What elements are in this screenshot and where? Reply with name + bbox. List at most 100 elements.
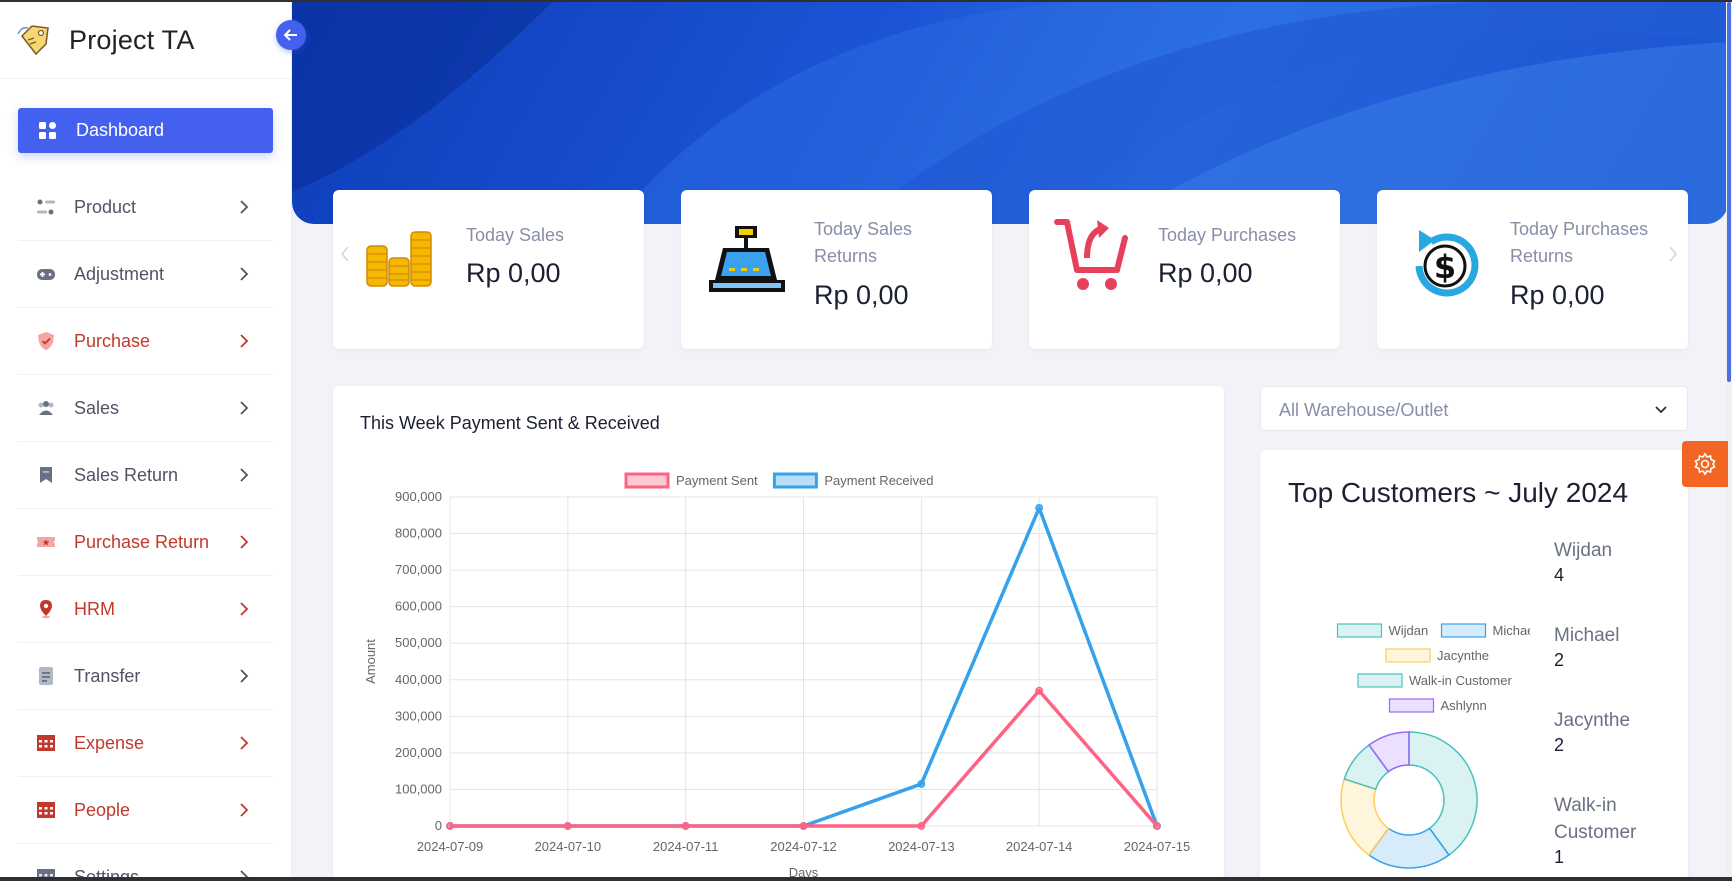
y-tick-label: 700,000 — [395, 562, 442, 577]
arrow-left-icon — [283, 29, 297, 41]
sidebar-item-label: Dashboard — [76, 120, 165, 140]
sidebar: Project TA Dashboard Product Adjustment — [0, 2, 292, 881]
collapse-sidebar-button[interactable] — [276, 20, 306, 50]
legend-label: Jacynthe — [1437, 648, 1489, 663]
customer-count: 4 — [1554, 565, 1565, 585]
x-tick-label: 2024-07-09 — [417, 839, 484, 854]
chevron-right-icon — [240, 401, 249, 415]
sidebar-item-hrm[interactable]: HRM — [18, 576, 273, 643]
sidebar-item-label: People — [74, 799, 131, 820]
data-point — [563, 822, 572, 830]
dollar-refund-icon: $ — [1415, 230, 1479, 297]
sidebar-item-label: HRM — [74, 598, 115, 619]
y-tick-label: 100,000 — [395, 781, 442, 796]
users-icon — [36, 398, 56, 418]
y-tick-label: 300,000 — [395, 708, 442, 723]
y-tick-label: 800,000 — [395, 526, 442, 541]
stat-label: Today Purchases Returns — [1510, 219, 1649, 266]
sidebar-item-transfer[interactable]: Transfer — [18, 643, 273, 710]
warehouse-select[interactable]: All Warehouse/Outlet — [1260, 386, 1688, 431]
y-axis-label: Amount — [363, 639, 378, 684]
chevron-right-icon — [240, 200, 249, 214]
sidebar-item-purchase-return[interactable]: Purchase Return — [18, 509, 273, 576]
ticket-icon — [36, 532, 56, 552]
chevron-right-icon — [240, 803, 249, 817]
sidebar-item-settings[interactable]: Settings — [18, 844, 273, 881]
legend-label: Ashlynn — [1441, 698, 1487, 713]
cart-return-icon — [1054, 219, 1128, 290]
chevron-right-icon — [240, 736, 249, 750]
y-tick-label: 200,000 — [395, 745, 442, 760]
stat-card-today-sales-returns: Today Sales Returns Rp 0,00 — [681, 190, 992, 349]
stat-value: Rp 0,00 — [814, 280, 909, 310]
legend-swatch — [772, 472, 818, 489]
chevron-right-icon — [240, 468, 249, 482]
legend-label: Payment Received — [824, 473, 933, 488]
legend-swatch — [1336, 623, 1383, 638]
sidebar-item-label: Product — [74, 196, 137, 217]
sidebar-item-sales-return[interactable]: Sales Return — [18, 442, 273, 509]
chevron-right-icon — [240, 602, 249, 616]
y-tick-label: 0 — [435, 818, 442, 833]
chevron-down-icon — [1655, 406, 1667, 414]
data-point — [1035, 686, 1044, 695]
cash-register-icon — [709, 226, 785, 292]
legend-swatch — [624, 472, 670, 489]
y-tick-label: 500,000 — [395, 635, 442, 650]
chevron-right-icon — [240, 669, 249, 683]
shield-icon — [36, 331, 56, 351]
sidebar-item-dashboard[interactable]: Dashboard — [18, 108, 273, 153]
sidebar-item-label: Purchase Return — [74, 531, 210, 552]
carousel-prev-icon[interactable] — [340, 245, 350, 263]
legend-swatch — [1440, 623, 1487, 638]
customer-count: 1 — [1554, 847, 1565, 867]
data-point — [681, 822, 690, 830]
calendar-icon — [36, 800, 56, 820]
carousel-next-icon[interactable] — [1668, 245, 1678, 263]
sidebar-item-people[interactable]: People — [18, 777, 273, 844]
data-point — [799, 822, 808, 830]
product-icon — [36, 197, 56, 217]
sidebar-item-sales[interactable]: Sales — [18, 375, 273, 442]
top-customers-donut-chart: Wijdan Michael Jacynthe Walk-in Customer Ash… — [1336, 623, 1530, 869]
legend-swatch — [1357, 673, 1403, 688]
x-tick-label: 2024-07-10 — [535, 839, 602, 854]
chevron-right-icon — [240, 267, 249, 281]
legend-swatch — [1385, 648, 1431, 663]
x-tick-label: 2024-07-11 — [653, 839, 719, 854]
customer-count: 2 — [1554, 735, 1565, 755]
brand[interactable]: Project TA — [0, 2, 291, 79]
sidebar-item-label: Purchase — [74, 330, 151, 351]
stat-label: Today Sales — [466, 225, 565, 245]
theme-settings-button[interactable] — [1682, 441, 1728, 487]
sidebar-item-label: Sales — [74, 397, 120, 418]
calendar-icon — [36, 733, 56, 753]
app-title: Project TA — [69, 24, 195, 55]
page-scrollbar-thumb[interactable] — [1727, 2, 1731, 382]
bookmark-icon — [36, 465, 56, 485]
coins-icon — [366, 231, 432, 287]
chevron-right-icon — [240, 535, 249, 549]
stat-label: Today Sales Returns — [814, 219, 913, 266]
map-pin-icon — [36, 599, 56, 619]
customer-count: 2 — [1554, 650, 1565, 670]
payment-line-chart: Payment Sent Payment Received 0 100,000 200,… — [363, 472, 1190, 880]
customer-name: Michael — [1554, 625, 1620, 646]
sidebar-item-adjustment[interactable]: Adjustment — [18, 241, 273, 308]
sidebar-item-purchase[interactable]: Purchase — [18, 308, 273, 375]
customer-name: Walk-in Customer — [1554, 795, 1637, 843]
dashboard-icon — [38, 121, 58, 141]
document-icon — [36, 666, 56, 686]
stat-label: Today Purchases — [1158, 225, 1297, 245]
y-tick-label: 600,000 — [395, 599, 442, 614]
stat-card-today-sales: Today Sales Rp 0,00 — [333, 190, 644, 349]
sidebar-item-label: Expense — [74, 732, 145, 753]
top-customers-title: Top Customers ~ July 2024 — [1288, 477, 1629, 508]
sidebar-item-expense[interactable]: Expense — [18, 710, 273, 777]
chevron-right-icon — [240, 334, 249, 348]
x-tick-label: 2024-07-14 — [1006, 839, 1073, 854]
customer-name: Jacynthe — [1554, 710, 1631, 731]
x-tick-label: 2024-07-13 — [888, 839, 955, 854]
sidebar-item-product[interactable]: Product — [18, 174, 273, 241]
stat-value: Rp 0,00 — [1510, 280, 1605, 310]
